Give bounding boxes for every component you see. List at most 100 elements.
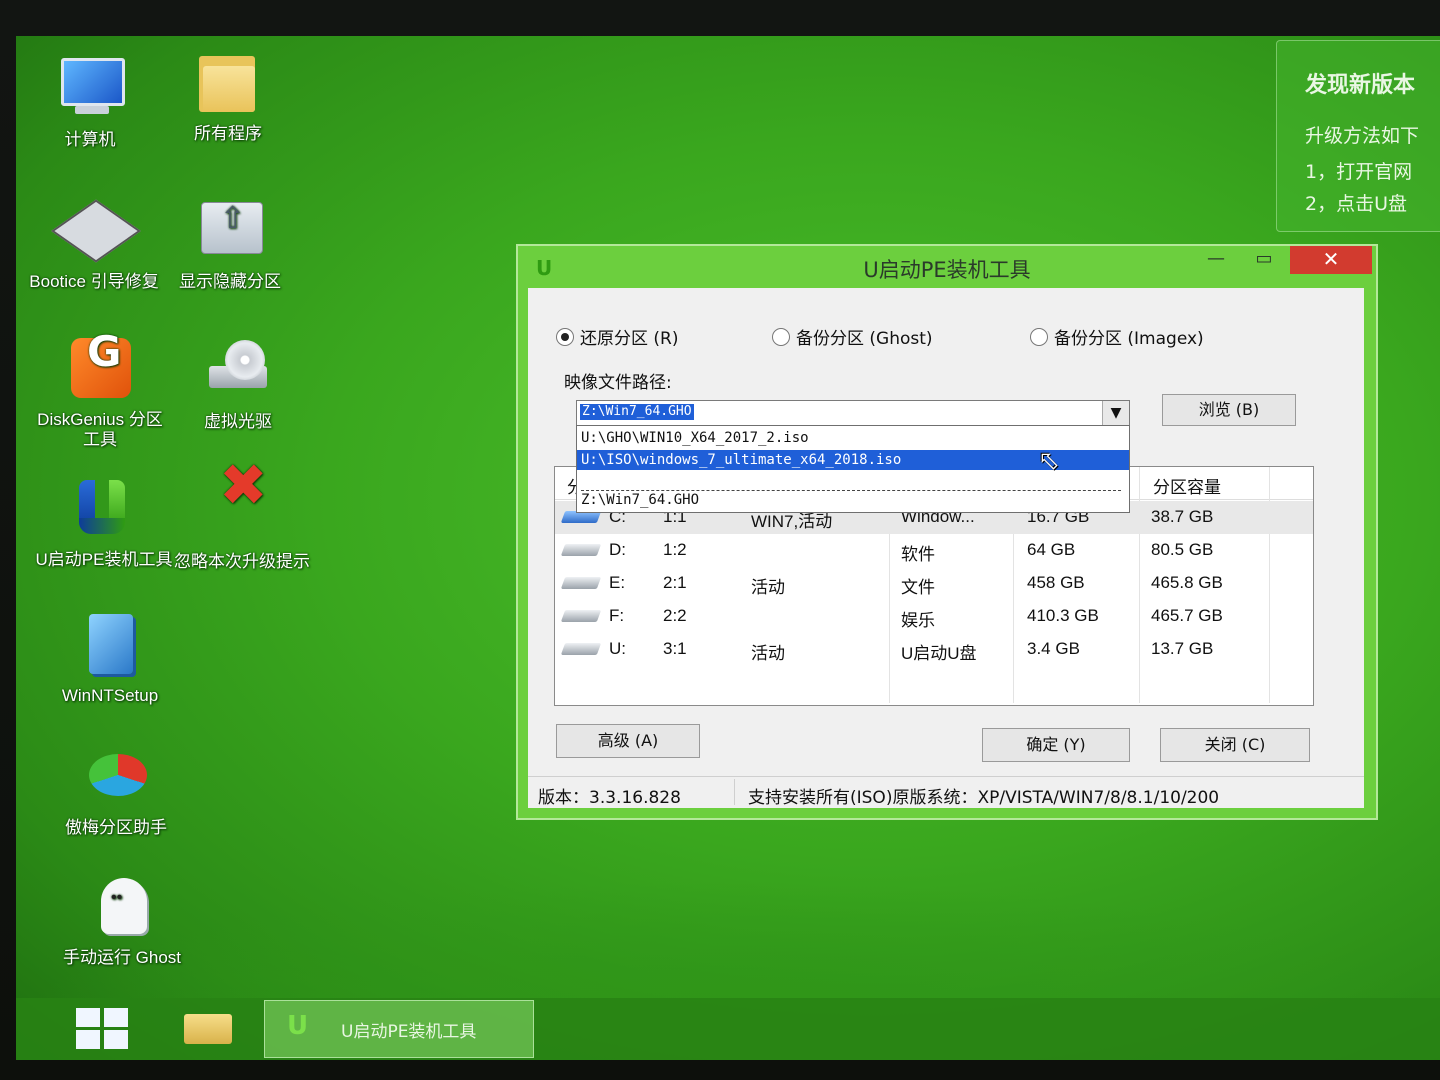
radio-backup-ghost[interactable]: 备份分区 (Ghost) — [772, 324, 933, 349]
supported-systems-text: 支持安装所有(ISO)原版系统：XP/VISTA/WIN7/8/8.1/10/2… — [748, 783, 1219, 808]
drive-icon — [561, 610, 601, 622]
desktop-icon-computer[interactable]: 计算机 — [20, 54, 160, 150]
notification-title: 发现新版本 — [1305, 67, 1415, 99]
desktop-icon-label: 傲梅分区助手 — [46, 818, 186, 838]
folder-icon — [193, 48, 263, 118]
diskgenius-icon — [65, 334, 135, 404]
cell-flag: 活动 — [751, 573, 785, 598]
radio-label: 备份分区 (Imagex) — [1054, 324, 1204, 349]
cell-size: 38.7 GB — [1151, 507, 1213, 527]
radio-restore-partition[interactable]: 还原分区 (R) — [556, 324, 678, 349]
radio-label: 备份分区 (Ghost) — [796, 324, 933, 349]
maximize-button[interactable]: ▭ — [1244, 246, 1284, 274]
cell-size: 465.8 GB — [1151, 573, 1223, 593]
ghost-icon — [87, 872, 157, 942]
cell-index: 1:2 — [663, 540, 687, 560]
advanced-button[interactable]: 高级 (A) — [556, 724, 700, 758]
radio-indicator — [556, 328, 574, 346]
taskbar: U U启动PE装机工具 — [16, 998, 1440, 1060]
desktop-icon-label: Bootice 引导修复 — [24, 272, 164, 292]
desktop-icon-all-programs[interactable]: 所有程序 — [158, 48, 298, 144]
cell-label: 娱乐 — [901, 606, 935, 631]
cell-size: 13.7 GB — [1151, 639, 1213, 659]
title-bar[interactable]: U U启动PE装机工具 — ▭ ✕ — [518, 246, 1376, 288]
taskbar-app-label: U启动PE装机工具 — [341, 1017, 476, 1042]
desktop-icon-label: U启动PE装机工具 — [34, 550, 174, 570]
desktop-icon-aomei-partition[interactable]: 傲梅分区助手 — [46, 742, 186, 838]
ok-button[interactable]: 确定 (Y) — [982, 728, 1130, 762]
mouse-pointer-icon: ⬁ — [1038, 446, 1060, 476]
cell-drive: E: — [609, 573, 625, 593]
version-text: 版本：3.3.16.828 — [538, 783, 681, 808]
desktop-icon-label: WinNTSetup — [40, 686, 180, 706]
dropdown-option[interactable]: Z:\Win7_64.GHO — [577, 490, 1129, 510]
desktop-icon-label: 虚拟光驱 — [168, 412, 308, 432]
cell-index: 2:1 — [663, 573, 687, 593]
cell-label: U启动U盘 — [901, 639, 977, 664]
dropdown-option[interactable]: U:\GHO\WIN10_X64_2017_2.iso — [577, 428, 1129, 448]
status-bar: 版本：3.3.16.828 支持安装所有(ISO)原版系统：XP/VISTA/W… — [528, 776, 1364, 809]
cell-drive: U: — [609, 639, 626, 659]
winntsetup-icon — [75, 610, 145, 680]
column-header[interactable]: 分区容量 — [1153, 473, 1221, 498]
table-row[interactable]: F: 2:2 娱乐 410.3 GB 465.7 GB — [555, 600, 1313, 633]
desktop-icon-label: DiskGenius 分区工具 — [30, 410, 170, 450]
desktop-icon-bootice[interactable]: Bootice 引导修复 — [24, 196, 164, 292]
desktop-icon-ignore-upgrade[interactable]: 忽略本次升级提示 — [172, 476, 312, 572]
cell-drive: F: — [609, 606, 624, 626]
image-path-label: 映像文件路径: — [564, 368, 672, 393]
computer-icon — [55, 54, 125, 124]
table-row[interactable]: E: 2:1 活动 文件 458 GB 465.8 GB — [555, 567, 1313, 600]
notification-line: 2，点击U盘 — [1305, 189, 1407, 216]
window-client-area: 还原分区 (R) 备份分区 (Ghost) 备份分区 (Imagex) 映像文件… — [528, 288, 1364, 808]
desktop-icon-winntsetup[interactable]: WinNTSetup — [40, 610, 180, 706]
cell-used: 410.3 GB — [1027, 606, 1099, 626]
file-explorer-icon[interactable] — [178, 1004, 238, 1052]
usb-drive-icon — [561, 643, 601, 655]
chevron-down-icon[interactable]: ▼ — [1102, 401, 1129, 425]
desktop-icon-ghost[interactable]: 手动运行 Ghost — [52, 872, 192, 968]
desktop: 计算机 所有程序 Bootice 引导修复 显示隐藏分区 DiskGenius … — [16, 36, 1440, 1060]
image-path-combobox[interactable]: Z:\Win7_64.GHO ▼ — [576, 400, 1130, 426]
desktop-icon-label: 手动运行 Ghost — [52, 948, 192, 968]
radio-backup-imagex[interactable]: 备份分区 (Imagex) — [1030, 324, 1204, 349]
floppy-disk-icon — [59, 196, 129, 266]
radio-label: 还原分区 (R) — [580, 324, 678, 349]
cell-size: 80.5 GB — [1151, 540, 1213, 560]
drive-icon — [561, 544, 601, 556]
radio-indicator — [772, 328, 790, 346]
cell-used: 3.4 GB — [1027, 639, 1080, 659]
pe-installer-window: U U启动PE装机工具 — ▭ ✕ 还原分区 (R) 备份分区 (Ghost) … — [516, 244, 1378, 820]
taskbar-app-u-qidong[interactable]: U U启动PE装机工具 — [264, 1000, 534, 1058]
u-logo-icon — [69, 474, 139, 544]
cell-drive: D: — [609, 540, 626, 560]
partition-assistant-icon — [81, 742, 151, 812]
browse-button[interactable]: 浏览 (B) — [1162, 394, 1296, 426]
desktop-icon-label: 所有程序 — [158, 124, 298, 144]
red-x-icon — [207, 476, 277, 546]
table-row[interactable]: U: 3:1 活动 U启动U盘 3.4 GB 13.7 GB — [555, 633, 1313, 666]
image-path-value[interactable]: Z:\Win7_64.GHO — [580, 404, 694, 420]
cell-index: 3:1 — [663, 639, 687, 659]
cell-used: 458 GB — [1027, 573, 1085, 593]
notification-line: 升级方法如下 — [1305, 121, 1419, 148]
minimize-button[interactable]: — — [1196, 246, 1236, 274]
desktop-icon-virtual-drive[interactable]: 虚拟光驱 — [168, 336, 308, 432]
notification-line: 1，打开官网 — [1305, 157, 1412, 184]
radio-indicator — [1030, 328, 1048, 346]
desktop-icon-label: 忽略本次升级提示 — [172, 552, 312, 572]
desktop-icon-diskgenius[interactable]: DiskGenius 分区工具 — [30, 334, 170, 450]
cell-size: 465.7 GB — [1151, 606, 1223, 626]
desktop-icon-show-hidden-partition[interactable]: 显示隐藏分区 — [160, 196, 300, 292]
close-button[interactable]: 关闭 (C) — [1160, 728, 1310, 762]
table-row[interactable]: D: 1:2 软件 64 GB 80.5 GB — [555, 534, 1313, 567]
cell-used: 64 GB — [1027, 540, 1075, 560]
windows-start-icon[interactable] — [74, 1006, 130, 1050]
cell-label: 文件 — [901, 573, 935, 598]
u-logo-icon: U — [287, 1011, 308, 1041]
desktop-icon-u-qidong[interactable]: U启动PE装机工具 — [34, 474, 174, 570]
cell-flag: 活动 — [751, 639, 785, 664]
cell-index: 2:2 — [663, 606, 687, 626]
update-notification[interactable]: 发现新版本 升级方法如下 1，打开官网 2，点击U盘 — [1276, 40, 1440, 232]
close-window-button[interactable]: ✕ — [1290, 246, 1372, 274]
